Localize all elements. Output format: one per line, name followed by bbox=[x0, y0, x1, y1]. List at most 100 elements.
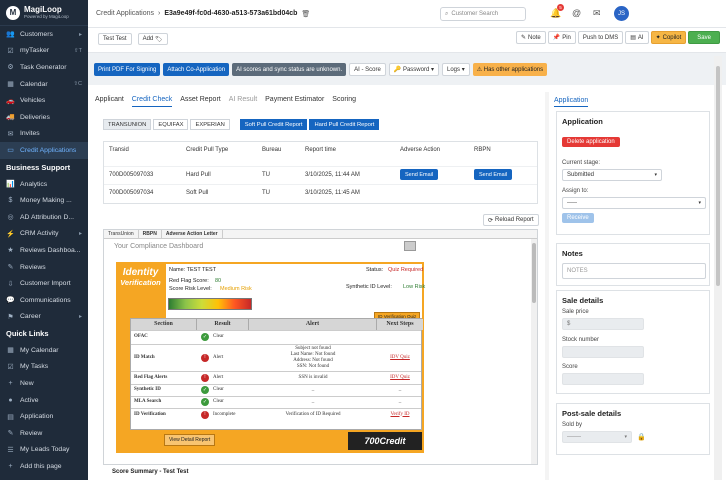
print-pdf-button[interactable]: Print PDF For Signing bbox=[94, 63, 161, 76]
grid-section-cell: MLA Search bbox=[134, 399, 162, 404]
adverse-send-email-button[interactable]: Send Email bbox=[400, 169, 439, 180]
sidebar-item-customer-import[interactable]: ⇩ Customer Import bbox=[0, 275, 88, 292]
report-time-cell: 3/10/2025, 11:44 AM bbox=[305, 172, 360, 178]
sidebar-item-reviews[interactable]: ✎ Reviews bbox=[0, 259, 88, 276]
assign-to-select[interactable]: ----- ▾ bbox=[562, 197, 706, 209]
ai-button[interactable]: ▤ AI bbox=[625, 31, 649, 44]
breadcrumb-root[interactable]: Credit Applications bbox=[96, 10, 154, 17]
print-icon[interactable] bbox=[404, 241, 416, 251]
page-scrollbar[interactable] bbox=[714, 56, 722, 480]
grid-header-alert: Alert bbox=[249, 319, 377, 330]
sidebar-item-mytasker[interactable]: ☑ myTasker ⇧T bbox=[0, 43, 88, 60]
tab-transunion-report[interactable]: TransUnion bbox=[104, 230, 139, 238]
sidebar-item-credit-applications[interactable]: ▭ Credit Applications bbox=[0, 142, 88, 159]
add-tag-label: Add bbox=[142, 36, 154, 42]
note-button[interactable]: ✎ Note bbox=[516, 31, 546, 44]
compliance-dashboard-frame: TransUnion RBPN Adverse Action Letter Yo… bbox=[103, 229, 538, 465]
save-button[interactable]: Save bbox=[688, 31, 720, 44]
soft-pull-button[interactable]: Soft Pull Credit Report bbox=[239, 119, 308, 130]
main-scrollbar[interactable] bbox=[545, 92, 549, 480]
sidebar-item-vehicles[interactable]: 🚗 Vehicles bbox=[0, 92, 88, 109]
push-to-dms-button[interactable]: Push to DMS bbox=[577, 31, 624, 44]
grid-result-cell: Clear bbox=[213, 399, 224, 404]
current-stage-select[interactable]: Submitted ▾ bbox=[562, 169, 662, 181]
pin-button[interactable]: 📌 Pin bbox=[547, 31, 576, 44]
sidebar-item-deliveries[interactable]: 🚚 Deliveries bbox=[0, 109, 88, 126]
sidebar-item-crm-activity[interactable]: ⚡ CRM Activity ▸ bbox=[0, 226, 88, 243]
customer-tag[interactable]: Test Test bbox=[98, 33, 132, 45]
sidebar-item-application[interactable]: ▤ Application bbox=[0, 408, 88, 425]
envelope-icon[interactable]: ✉ bbox=[593, 8, 601, 19]
password-dropdown[interactable]: 🔑 Password ▾ bbox=[388, 63, 439, 76]
tab-transunion[interactable]: TRANSUNION bbox=[103, 119, 152, 130]
brand-line-2: Verification bbox=[120, 278, 161, 287]
sidebar-item-my-calendar[interactable]: ▦ My Calendar bbox=[0, 342, 88, 359]
other-applications-badge[interactable]: ⚠ Has other applications bbox=[472, 63, 548, 76]
tab-experian[interactable]: EXPERIAN bbox=[190, 119, 230, 130]
sidebar-item-active[interactable]: ● Active bbox=[0, 392, 88, 409]
notes-card-title: Notes bbox=[562, 249, 583, 258]
sidebar-item-my-leads-today[interactable]: ☰ My Leads Today bbox=[0, 442, 88, 459]
tab-payment-estimator[interactable]: Payment Estimator bbox=[265, 96, 324, 107]
tab-ai-result[interactable]: AI Result bbox=[229, 96, 257, 107]
view-detail-report-button[interactable]: View Detail Report bbox=[164, 434, 216, 446]
customer-search-input[interactable]: ⌕ Customer Search bbox=[440, 7, 526, 21]
tab-equifax[interactable]: EQUIFAX bbox=[153, 119, 189, 130]
sidebar-item-money-making[interactable]: $ Money Making ... bbox=[0, 192, 88, 209]
doc-icon: ▤ bbox=[7, 413, 14, 421]
sidebar-item-add-this-page[interactable]: + Add this page bbox=[0, 458, 88, 475]
tab-adverse-action-letter[interactable]: Adverse Action Letter bbox=[162, 230, 223, 238]
tab-rbpn[interactable]: RBPN bbox=[139, 230, 162, 238]
sidebar-item-invites[interactable]: ✉ Invites bbox=[0, 126, 88, 143]
scroll-thumb[interactable] bbox=[532, 243, 536, 303]
rbpn-send-email-button[interactable]: Send Email bbox=[474, 169, 513, 180]
sidebar-item-label: Customer Import bbox=[20, 280, 71, 288]
chat-icon: 💬 bbox=[6, 297, 15, 305]
receive-button[interactable]: Receive bbox=[562, 213, 594, 223]
at-icon[interactable]: @ bbox=[572, 8, 581, 18]
sale-price-input[interactable]: $ bbox=[562, 318, 644, 330]
reload-report-button[interactable]: ⟳ Reload Report bbox=[483, 214, 539, 226]
grid-next-step-link[interactable]: Verify ID bbox=[377, 412, 423, 417]
sidebar-item-career[interactable]: ⚑ Career ▸ bbox=[0, 309, 88, 326]
ai-score-button[interactable]: AI - Score bbox=[349, 63, 386, 76]
hard-pull-button[interactable]: Hard Pull Credit Report bbox=[309, 119, 380, 130]
sidebar-item-communications[interactable]: 💬 Communications bbox=[0, 292, 88, 309]
tab-applicant[interactable]: Applicant bbox=[95, 96, 124, 107]
trash-icon[interactable]: 🗑 bbox=[301, 10, 310, 18]
sidebar-item-analytics[interactable]: 📊 Analytics bbox=[0, 176, 88, 193]
tab-scoring[interactable]: Scoring bbox=[332, 96, 356, 107]
sidebar-item-calendar[interactable]: ▦ Calendar ⇧C bbox=[0, 76, 88, 93]
sidebar-item-label: AD Attribution D... bbox=[20, 213, 75, 221]
add-tag-button[interactable]: Add 🏷 bbox=[137, 33, 168, 45]
grid-row: Red Flag Alerts! Alert SSN is invalid IDV Q… bbox=[131, 371, 421, 384]
grid-next-step-link[interactable]: IDV Quiz bbox=[377, 355, 423, 360]
sidebar-item-review[interactable]: ✎ Review bbox=[0, 425, 88, 442]
sold-by-select[interactable]: ------- ▾ bbox=[562, 431, 632, 443]
sidebar-item-task-generator[interactable]: ⚙ Task Generator bbox=[0, 59, 88, 76]
logs-dropdown[interactable]: Logs ▾ bbox=[442, 63, 470, 76]
copilot-button[interactable]: ✦ Copilot bbox=[650, 31, 687, 44]
tab-credit-check[interactable]: Credit Check bbox=[131, 96, 173, 107]
frame-scrollbar[interactable] bbox=[531, 239, 537, 464]
stock-number-input[interactable] bbox=[562, 346, 644, 358]
sidebar-item-reviews-dashboa[interactable]: ★ Reviews Dashboa... bbox=[0, 242, 88, 259]
sidebar-item-label: Money Making ... bbox=[20, 197, 72, 205]
sidebar-item-ad-attribution-d[interactable]: ◎ AD Attribution D... bbox=[0, 209, 88, 226]
column-header: RBPN bbox=[474, 147, 491, 153]
grid-next-step-link[interactable]: IDV Quiz bbox=[377, 375, 423, 380]
sidebar-item-my-tasks[interactable]: ☑ My Tasks bbox=[0, 359, 88, 376]
user-avatar[interactable]: JS bbox=[614, 6, 629, 21]
plus-icon: + bbox=[8, 463, 13, 471]
scroll-thumb[interactable] bbox=[716, 66, 720, 286]
score-input[interactable] bbox=[562, 373, 644, 385]
sidebar-item-new[interactable]: + New bbox=[0, 375, 88, 392]
tab-asset-report[interactable]: Asset Report bbox=[180, 96, 220, 107]
score-summary-heading: Score Summary - Test Test bbox=[112, 469, 189, 475]
delete-application-button[interactable]: Delete application bbox=[562, 137, 620, 147]
brand-logo[interactable]: M MagiLoop Powered by MagiLoop bbox=[0, 0, 88, 26]
sidebar-item-customers[interactable]: 👥 Customers ▸ bbox=[0, 26, 88, 43]
tab-application[interactable]: Application bbox=[554, 97, 589, 107]
notes-textarea[interactable]: NOTES bbox=[562, 263, 706, 279]
attach-co-application-button[interactable]: Attach Co-Application bbox=[163, 63, 230, 76]
